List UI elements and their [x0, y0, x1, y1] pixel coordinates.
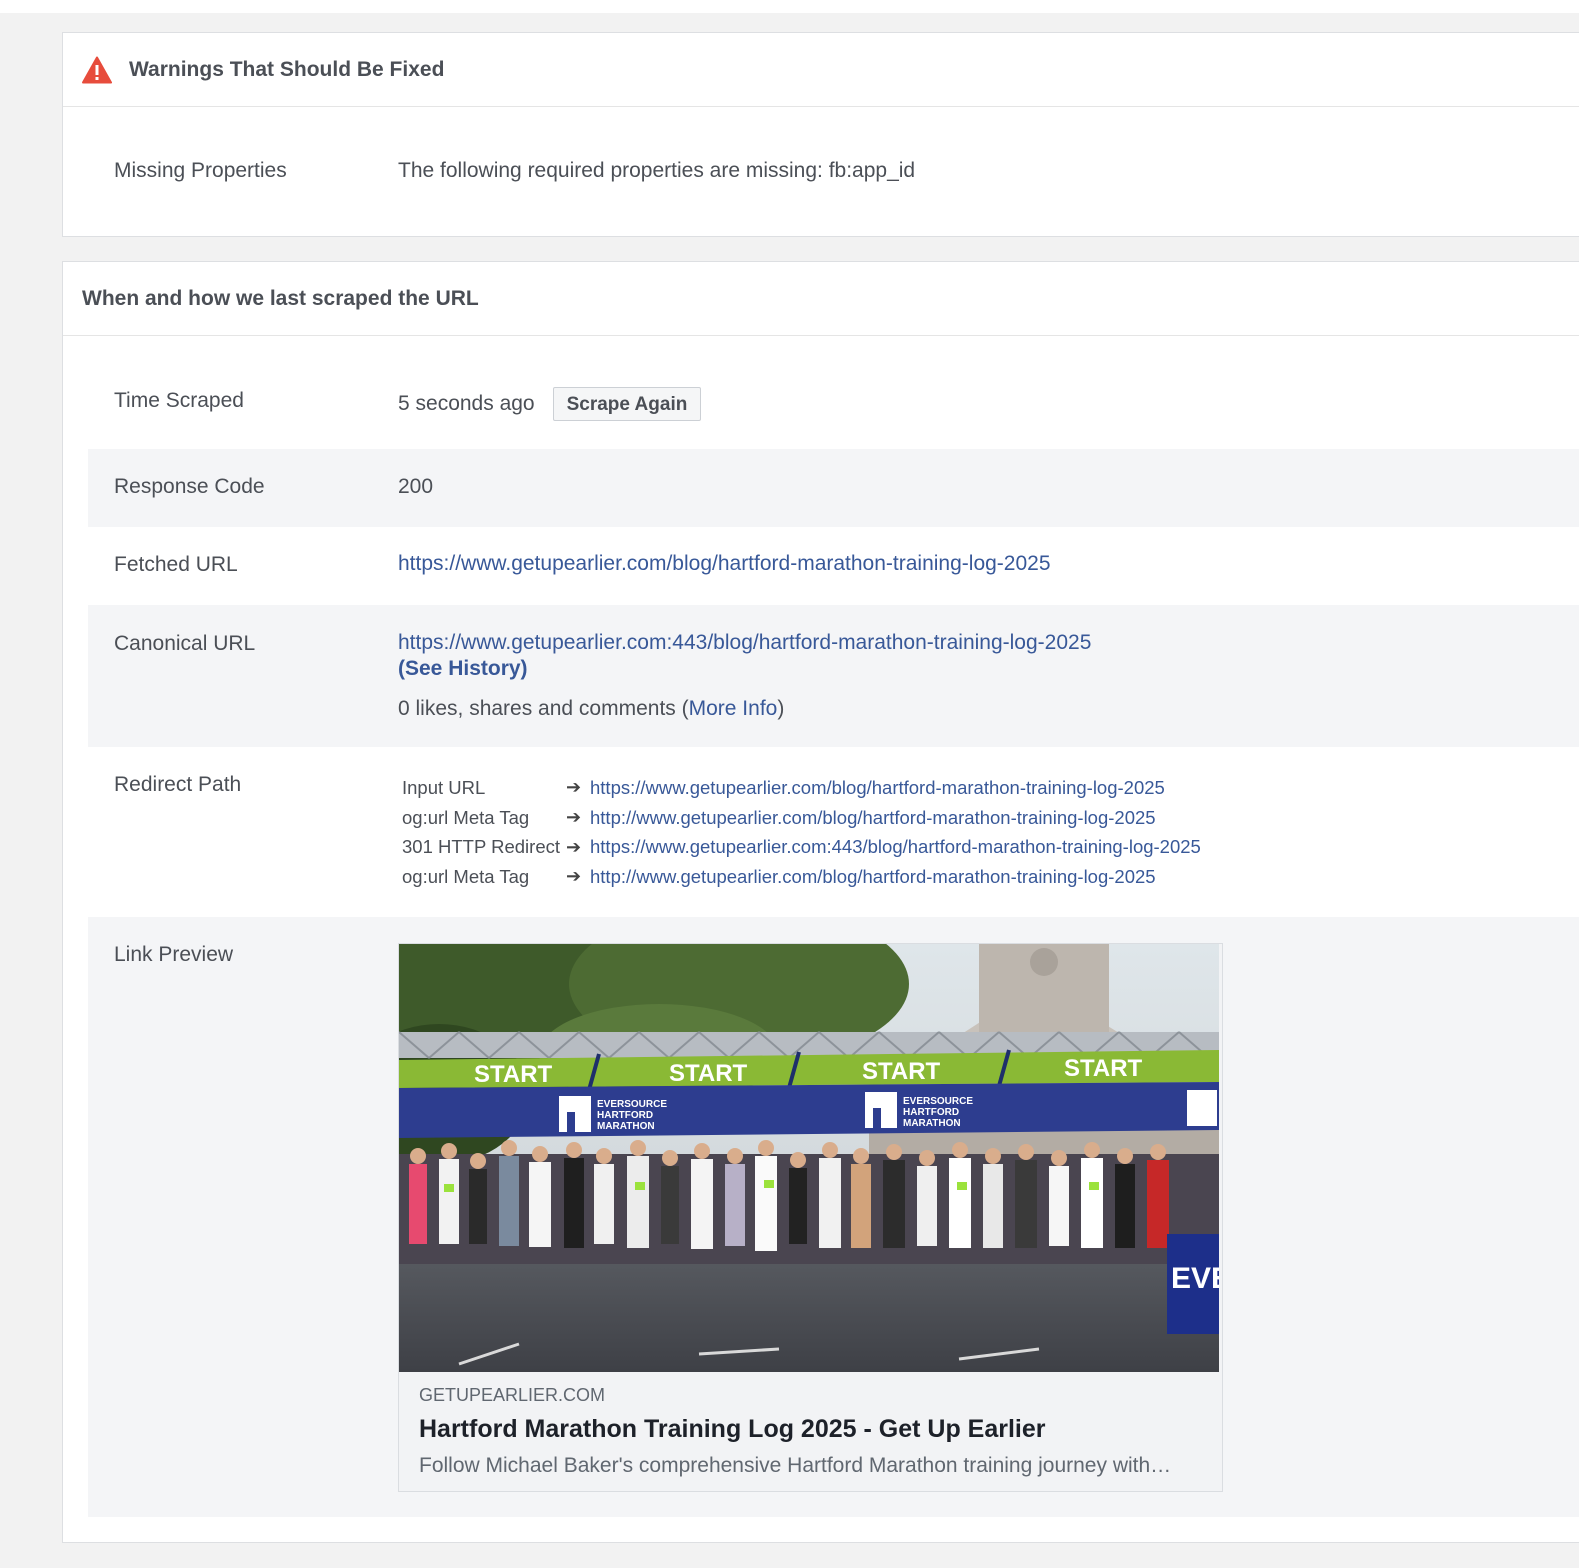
- canonical-url-group: https://www.getupearlier.com:443/blog/ha…: [398, 630, 1091, 722]
- redirect-step-url[interactable]: http://www.getupearlier.com/blog/hartfor…: [590, 807, 1156, 829]
- see-history-link[interactable]: (See History): [398, 657, 528, 680]
- fetched-url-row: Fetched URL https://www.getupearlier.com…: [88, 527, 1579, 605]
- engagement-line: 0 likes, shares and comments (More Info): [398, 696, 1091, 722]
- fetched-url-link[interactable]: https://www.getupearlier.com/blog/hartfo…: [398, 552, 1051, 576]
- time-scraped-value-group: 5 seconds ago Scrape Again: [398, 387, 702, 421]
- warning-triangle-icon: [82, 56, 112, 84]
- warnings-header: Warnings That Should Be Fixed: [63, 33, 1579, 107]
- redirect-step-url[interactable]: https://www.getupearlier.com/blog/hartfo…: [590, 777, 1165, 799]
- scrape-header: When and how we last scraped the URL: [63, 262, 1579, 336]
- response-code-row: Response Code 200: [88, 449, 1579, 527]
- sponsor-text: EVERSOURCE: [903, 1096, 973, 1107]
- engagement-close: ): [777, 697, 785, 720]
- response-code-value: 200: [398, 475, 434, 498]
- banner-text: START: [1064, 1055, 1143, 1082]
- link-preview-label: Link Preview: [114, 943, 234, 966]
- redirect-step: Input URL ➔ https://www.getupearlier.com…: [402, 773, 1201, 803]
- redirect-step: 301 HTTP Redirect ➔ https://www.getupear…: [402, 832, 1201, 862]
- missing-properties-row: Missing Properties The following require…: [88, 107, 1579, 237]
- link-preview-card[interactable]: START START START START EVERSOURCE HARTF…: [398, 943, 1223, 1492]
- sponsor-text: HARTFORD: [903, 1107, 959, 1118]
- fetched-url-label: Fetched URL: [114, 553, 238, 576]
- preview-image: START START START START EVERSOURCE HARTF…: [399, 944, 1219, 1372]
- right-arrow-icon: ➔: [566, 777, 582, 798]
- redirect-step-type: 301 HTTP Redirect: [402, 836, 560, 858]
- warnings-panel: Warnings That Should Be Fixed Missing Pr…: [62, 32, 1579, 237]
- canonical-url-row: Canonical URL https://www.getupearlier.c…: [88, 605, 1579, 747]
- missing-properties-value: The following required properties are mi…: [398, 159, 916, 182]
- redirect-step: og:url Meta Tag ➔ http://www.getupearlie…: [402, 803, 1201, 833]
- more-info-link[interactable]: More Info: [689, 697, 778, 720]
- link-preview-row: Link Preview START START START START EVE…: [88, 917, 1579, 1517]
- banner-text: START: [669, 1060, 748, 1087]
- sponsor-text: HARTFORD: [597, 1110, 653, 1121]
- redirect-step-url[interactable]: https://www.getupearlier.com:443/blog/ha…: [590, 836, 1201, 858]
- preview-title: Hartford Marathon Training Log 2025 - Ge…: [419, 1415, 1046, 1443]
- preview-text: GETUPEARLIER.COM Hartford Marathon Train…: [399, 1385, 1222, 1478]
- redirect-step-type: Input URL: [402, 776, 486, 798]
- right-arrow-icon: ➔: [566, 866, 582, 887]
- banner-text: START: [474, 1061, 553, 1088]
- time-scraped-row: Time Scraped 5 seconds ago Scrape Again: [88, 337, 1579, 449]
- sponsor-text: EVERSOURCE: [597, 1099, 667, 1110]
- redirect-path-label: Redirect Path: [114, 773, 242, 796]
- banner-text: START: [862, 1058, 941, 1085]
- engagement-text: 0 likes, shares and comments (: [398, 697, 689, 720]
- warnings-title: Warnings That Should Be Fixed: [129, 57, 445, 81]
- redirect-step-type: og:url Meta Tag: [402, 806, 530, 828]
- right-arrow-icon: ➔: [566, 836, 582, 857]
- canonical-url-link[interactable]: https://www.getupearlier.com:443/blog/ha…: [398, 631, 1091, 654]
- redirect-path-row: Redirect Path Input URL ➔ https://www.ge…: [88, 747, 1579, 917]
- top-bar: [0, 0, 1579, 13]
- response-code-label: Response Code: [114, 475, 265, 498]
- side-sign-text: EVE: [1171, 1262, 1219, 1295]
- redirect-step-type: og:url Meta Tag: [402, 865, 530, 887]
- preview-description: Follow Michael Baker's comprehensive Har…: [419, 1454, 1172, 1477]
- redirect-path-list: Input URL ➔ https://www.getupearlier.com…: [402, 773, 1201, 892]
- redirect-step: og:url Meta Tag ➔ http://www.getupearlie…: [402, 862, 1201, 892]
- missing-properties-label: Missing Properties: [114, 159, 287, 182]
- time-scraped-value: 5 seconds ago: [398, 392, 535, 415]
- redirect-step-url[interactable]: http://www.getupearlier.com/blog/hartfor…: [590, 866, 1156, 888]
- sponsor-text: MARATHON: [597, 1121, 655, 1132]
- canonical-url-label: Canonical URL: [114, 632, 256, 655]
- sponsor-text: MARATHON: [903, 1118, 961, 1129]
- scrape-title: When and how we last scraped the URL: [82, 286, 479, 310]
- scrape-again-button[interactable]: Scrape Again: [552, 387, 702, 421]
- right-arrow-icon: ➔: [566, 807, 582, 828]
- scrape-panel: When and how we last scraped the URL Tim…: [62, 261, 1579, 1543]
- time-scraped-label: Time Scraped: [114, 389, 244, 412]
- preview-domain: GETUPEARLIER.COM: [419, 1385, 606, 1405]
